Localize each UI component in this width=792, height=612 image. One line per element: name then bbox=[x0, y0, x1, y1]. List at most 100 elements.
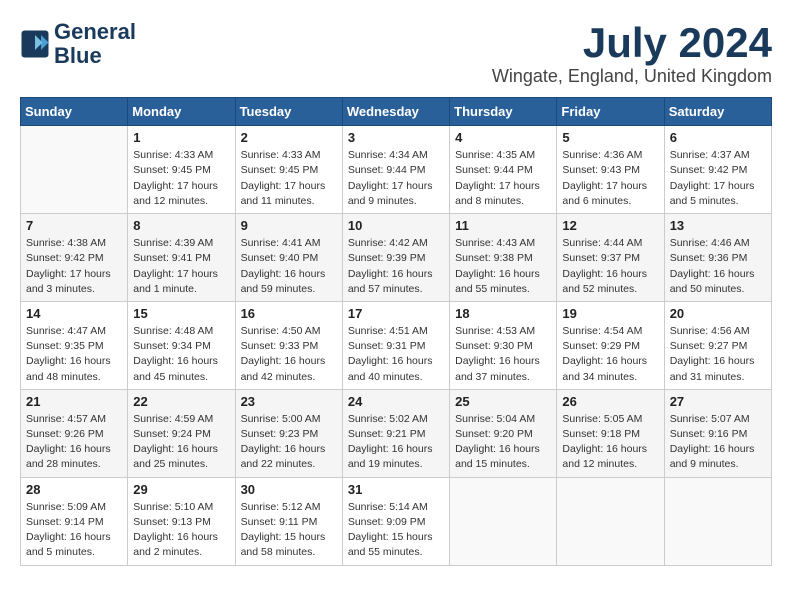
day-header-saturday: Saturday bbox=[664, 98, 771, 126]
cell-details: Sunrise: 4:54 AMSunset: 9:29 PMDaylight:… bbox=[562, 324, 658, 385]
cell-details: Sunrise: 5:12 AMSunset: 9:11 PMDaylight:… bbox=[241, 500, 337, 561]
cell-details: Sunrise: 4:56 AMSunset: 9:27 PMDaylight:… bbox=[670, 324, 766, 385]
cell-details: Sunrise: 4:50 AMSunset: 9:33 PMDaylight:… bbox=[241, 324, 337, 385]
calendar-cell bbox=[21, 126, 128, 214]
calendar-cell: 23Sunrise: 5:00 AMSunset: 9:23 PMDayligh… bbox=[235, 389, 342, 477]
calendar-cell: 19 Sunrise: 4:54 AMSunset: 9:29 PMDayligh… bbox=[557, 301, 664, 389]
day-number: 31 bbox=[348, 482, 444, 497]
logo-text: General Blue bbox=[54, 20, 136, 68]
calendar-cell: 28Sunrise: 5:09 AMSunset: 9:14 PMDayligh… bbox=[21, 477, 128, 565]
calendar-cell bbox=[664, 477, 771, 565]
day-number: 30 bbox=[241, 482, 337, 497]
calendar-cell: 16 Sunrise: 4:50 AMSunset: 9:33 PMDayligh… bbox=[235, 301, 342, 389]
day-number: 22 bbox=[133, 394, 229, 409]
week-row-4: 21 Sunrise: 4:57 AMSunset: 9:26 PMDayligh… bbox=[21, 389, 772, 477]
cell-details: Sunrise: 4:43 AMSunset: 9:38 PMDaylight:… bbox=[455, 236, 551, 297]
calendar-cell: 8 Sunrise: 4:39 AMSunset: 9:41 PMDaylight… bbox=[128, 214, 235, 302]
day-number: 9 bbox=[241, 218, 337, 233]
cell-details: Sunrise: 4:39 AMSunset: 9:41 PMDaylight:… bbox=[133, 236, 229, 297]
calendar-cell: 9 Sunrise: 4:41 AMSunset: 9:40 PMDaylight… bbox=[235, 214, 342, 302]
day-number: 2 bbox=[241, 130, 337, 145]
day-number: 21 bbox=[26, 394, 122, 409]
cell-details: Sunrise: 4:38 AMSunset: 9:42 PMDaylight:… bbox=[26, 236, 122, 297]
cell-details: Sunrise: 5:09 AMSunset: 9:14 PMDaylight:… bbox=[26, 500, 122, 561]
day-number: 25 bbox=[455, 394, 551, 409]
day-number: 7 bbox=[26, 218, 122, 233]
day-number: 3 bbox=[348, 130, 444, 145]
day-number: 12 bbox=[562, 218, 658, 233]
location: Wingate, England, United Kingdom bbox=[492, 66, 772, 87]
calendar-cell: 3 Sunrise: 4:34 AMSunset: 9:44 PMDaylight… bbox=[342, 126, 449, 214]
day-number: 1 bbox=[133, 130, 229, 145]
calendar-cell: 30 Sunrise: 5:12 AMSunset: 9:11 PMDayligh… bbox=[235, 477, 342, 565]
cell-details: Sunrise: 4:37 AMSunset: 9:42 PMDaylight:… bbox=[670, 148, 766, 209]
day-number: 5 bbox=[562, 130, 658, 145]
day-number: 27 bbox=[670, 394, 766, 409]
cell-details: Sunrise: 4:53 AMSunset: 9:30 PMDaylight:… bbox=[455, 324, 551, 385]
day-number: 14 bbox=[26, 306, 122, 321]
calendar-cell: 29 Sunrise: 5:10 AMSunset: 9:13 PMDayligh… bbox=[128, 477, 235, 565]
calendar-cell: 11 Sunrise: 4:43 AMSunset: 9:38 PMDayligh… bbox=[450, 214, 557, 302]
cell-details: Sunrise: 5:10 AMSunset: 9:13 PMDaylight:… bbox=[133, 500, 229, 561]
day-number: 8 bbox=[133, 218, 229, 233]
day-number: 24 bbox=[348, 394, 444, 409]
day-number: 18 bbox=[455, 306, 551, 321]
calendar-cell: 12 Sunrise: 4:44 AMSunset: 9:37 PMDayligh… bbox=[557, 214, 664, 302]
day-number: 10 bbox=[348, 218, 444, 233]
day-number: 11 bbox=[455, 218, 551, 233]
cell-details: Sunrise: 4:46 AMSunset: 9:36 PMDaylight:… bbox=[670, 236, 766, 297]
cell-details: Sunrise: 4:34 AMSunset: 9:44 PMDaylight:… bbox=[348, 148, 444, 209]
calendar-cell: 20Sunrise: 4:56 AMSunset: 9:27 PMDayligh… bbox=[664, 301, 771, 389]
cell-details: Sunrise: 4:33 AMSunset: 9:45 PMDaylight:… bbox=[133, 148, 229, 209]
calendar-cell: 1 Sunrise: 4:33 AMSunset: 9:45 PMDaylight… bbox=[128, 126, 235, 214]
cell-details: Sunrise: 5:07 AMSunset: 9:16 PMDaylight:… bbox=[670, 412, 766, 473]
calendar-cell bbox=[450, 477, 557, 565]
calendar-cell: 10Sunrise: 4:42 AMSunset: 9:39 PMDayligh… bbox=[342, 214, 449, 302]
cell-details: Sunrise: 4:33 AMSunset: 9:45 PMDaylight:… bbox=[241, 148, 337, 209]
calendar-cell: 18 Sunrise: 4:53 AMSunset: 9:30 PMDayligh… bbox=[450, 301, 557, 389]
calendar-cell: 6 Sunrise: 4:37 AMSunset: 9:42 PMDaylight… bbox=[664, 126, 771, 214]
cell-details: Sunrise: 5:04 AMSunset: 9:20 PMDaylight:… bbox=[455, 412, 551, 473]
title-block: July 2024 Wingate, England, United Kingd… bbox=[492, 20, 772, 87]
cell-details: Sunrise: 4:35 AMSunset: 9:44 PMDaylight:… bbox=[455, 148, 551, 209]
cell-details: Sunrise: 4:51 AMSunset: 9:31 PMDaylight:… bbox=[348, 324, 444, 385]
cell-details: Sunrise: 4:36 AMSunset: 9:43 PMDaylight:… bbox=[562, 148, 658, 209]
calendar-cell: 31 Sunrise: 5:14 AMSunset: 9:09 PMDayligh… bbox=[342, 477, 449, 565]
day-number: 17 bbox=[348, 306, 444, 321]
calendar-cell bbox=[557, 477, 664, 565]
calendar-cell: 27 Sunrise: 5:07 AMSunset: 9:16 PMDayligh… bbox=[664, 389, 771, 477]
cell-details: Sunrise: 4:59 AMSunset: 9:24 PMDaylight:… bbox=[133, 412, 229, 473]
cell-details: Sunrise: 4:47 AMSunset: 9:35 PMDaylight:… bbox=[26, 324, 122, 385]
week-row-3: 14 Sunrise: 4:47 AMSunset: 9:35 PMDayligh… bbox=[21, 301, 772, 389]
cell-details: Sunrise: 5:02 AMSunset: 9:21 PMDaylight:… bbox=[348, 412, 444, 473]
calendar-cell: 26 Sunrise: 5:05 AMSunset: 9:18 PMDayligh… bbox=[557, 389, 664, 477]
day-number: 19 bbox=[562, 306, 658, 321]
day-header-tuesday: Tuesday bbox=[235, 98, 342, 126]
day-number: 29 bbox=[133, 482, 229, 497]
calendar-cell: 5 Sunrise: 4:36 AMSunset: 9:43 PMDaylight… bbox=[557, 126, 664, 214]
calendar-cell: 2 Sunrise: 4:33 AMSunset: 9:45 PMDaylight… bbox=[235, 126, 342, 214]
calendar-cell: 21 Sunrise: 4:57 AMSunset: 9:26 PMDayligh… bbox=[21, 389, 128, 477]
logo: General Blue bbox=[20, 20, 136, 68]
day-number: 26 bbox=[562, 394, 658, 409]
calendar-cell: 4Sunrise: 4:35 AMSunset: 9:44 PMDaylight… bbox=[450, 126, 557, 214]
cell-details: Sunrise: 4:41 AMSunset: 9:40 PMDaylight:… bbox=[241, 236, 337, 297]
day-number: 13 bbox=[670, 218, 766, 233]
cell-details: Sunrise: 5:05 AMSunset: 9:18 PMDaylight:… bbox=[562, 412, 658, 473]
day-header-wednesday: Wednesday bbox=[342, 98, 449, 126]
cell-details: Sunrise: 4:48 AMSunset: 9:34 PMDaylight:… bbox=[133, 324, 229, 385]
cell-details: Sunrise: 4:57 AMSunset: 9:26 PMDaylight:… bbox=[26, 412, 122, 473]
day-number: 16 bbox=[241, 306, 337, 321]
calendar-cell: 22 Sunrise: 4:59 AMSunset: 9:24 PMDayligh… bbox=[128, 389, 235, 477]
cell-details: Sunrise: 5:14 AMSunset: 9:09 PMDaylight:… bbox=[348, 500, 444, 561]
calendar-cell: 13 Sunrise: 4:46 AMSunset: 9:36 PMDayligh… bbox=[664, 214, 771, 302]
week-row-2: 7 Sunrise: 4:38 AMSunset: 9:42 PMDaylight… bbox=[21, 214, 772, 302]
week-row-5: 28Sunrise: 5:09 AMSunset: 9:14 PMDayligh… bbox=[21, 477, 772, 565]
cell-details: Sunrise: 4:44 AMSunset: 9:37 PMDaylight:… bbox=[562, 236, 658, 297]
calendar-cell: 25 Sunrise: 5:04 AMSunset: 9:20 PMDayligh… bbox=[450, 389, 557, 477]
day-number: 6 bbox=[670, 130, 766, 145]
day-header-sunday: Sunday bbox=[21, 98, 128, 126]
day-header-friday: Friday bbox=[557, 98, 664, 126]
calendar-cell: 15 Sunrise: 4:48 AMSunset: 9:34 PMDayligh… bbox=[128, 301, 235, 389]
day-number: 15 bbox=[133, 306, 229, 321]
